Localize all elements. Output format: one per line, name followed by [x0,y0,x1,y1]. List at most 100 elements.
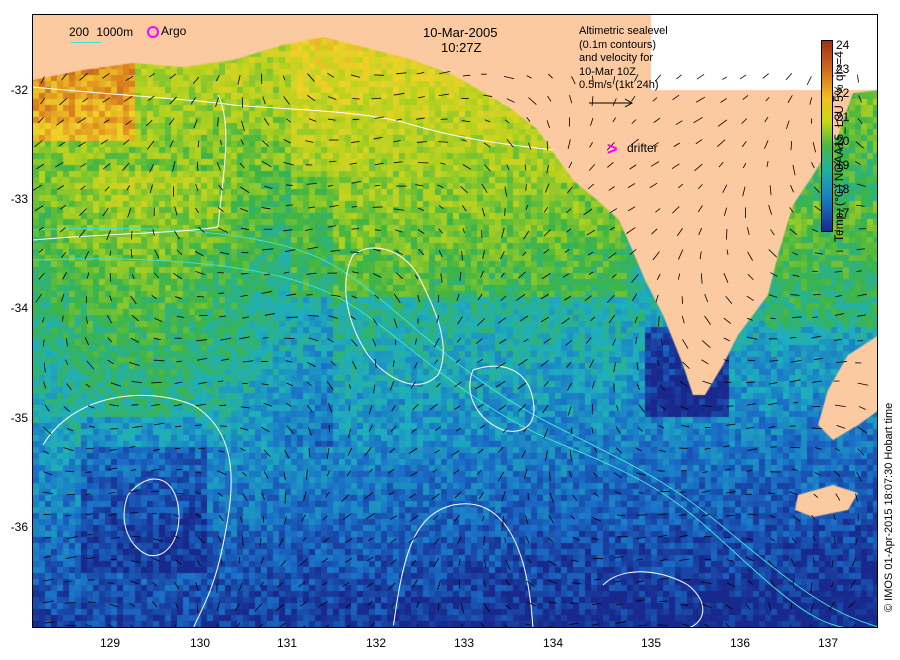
velocity-arrow [59,98,67,106]
velocity-arrow [792,274,800,277]
velocity-arrow [483,580,487,588]
velocity-arrow [458,558,461,566]
velocity-arrow [769,185,772,196]
velocity-arrow [593,472,598,478]
velocity-arrow [725,604,733,610]
velocity-arrow [589,359,595,369]
velocity-arrow [462,228,465,234]
velocity-arrow [612,338,616,346]
velocity-arrow [391,602,396,608]
velocity-arrow [766,160,769,167]
velocity-arrow [411,428,418,434]
velocity-arrow [525,536,530,544]
velocity-arrow [811,427,823,430]
velocity-arrow [392,624,395,627]
velocity-arrow [330,360,336,366]
velocity-arrow [768,426,776,429]
velocity-arrow [365,513,376,520]
velocity-arrow [373,384,376,394]
velocity-arrow [330,250,340,252]
velocity-arrow [240,227,249,231]
colorbar-title: Temp. (°C) NOAA15_L3U 5% ql>=4 [832,51,846,242]
velocity-arrow [168,117,175,126]
velocity-arrow [814,471,821,476]
velocity-arrow [110,382,121,387]
velocity-arrow [702,380,713,385]
velocity-arrow [64,580,72,583]
velocity-arrow [174,581,180,589]
lon-tick: 135 [640,636,662,650]
velocity-arrow [635,599,644,602]
velocity-arrow [173,514,180,517]
velocity-arrow [43,450,49,455]
velocity-arrow [584,295,592,302]
velocity-arrow [322,581,328,586]
velocity-arrow [38,248,44,253]
velocity-arrow [195,424,203,427]
velocity-arrow [109,449,117,451]
velocity-arrow [306,183,317,185]
velocity-arrow [345,538,353,544]
velocity-arrow [328,315,338,319]
velocity-arrow [306,404,313,413]
velocity-arrow [154,272,159,279]
velocity-arrow [813,493,819,498]
velocity-arrow [482,250,485,259]
velocity-arrow [594,447,598,453]
argo-marker-icon [147,26,159,38]
lat-tick: -34 [10,301,28,315]
velocity-arrow [768,602,772,611]
velocity-arrow [588,164,596,171]
velocity-arrow [698,227,703,236]
velocity-arrow [704,315,711,325]
sealevel-contour-line [602,571,704,627]
velocity-arrow [747,273,754,281]
velocity-arrow [130,295,137,305]
velocity-arrow [569,95,573,104]
velocity-arrow [65,514,72,517]
velocity-arrow [676,227,683,237]
velocity-arrow [130,580,139,585]
velocity-arrow [812,316,818,319]
velocity-arrow [239,516,243,523]
velocity-arrow [263,471,269,479]
lon-tick: 134 [542,636,564,650]
velocity-arrow [368,424,373,432]
velocity-arrow [747,403,756,406]
velocity-arrow [196,625,198,627]
velocity-arrow [770,272,778,277]
velocity-arrow [79,73,88,81]
velocity-arrow [723,381,732,383]
velocity-arrow [435,382,441,388]
velocity-arrow [43,536,51,539]
velocity-arrow [592,557,603,560]
velocity-arrow [504,119,510,124]
velocity-arrow [857,314,866,317]
velocity-arrow [129,362,140,366]
velocity-arrow [658,425,665,429]
velocity-arrow [415,184,424,187]
velocity-arrow [416,624,418,627]
velocity-arrow [659,384,666,391]
velocity-arrow [285,360,292,363]
velocity-arrow [260,557,265,565]
velocity-arrow [66,427,74,432]
velocity-arrow [372,318,378,325]
velocity-arrow [43,600,54,604]
velocity-arrow [855,161,861,165]
velocity-arrow [66,536,78,540]
velocity-arrow [608,252,617,259]
velocity-arrow [694,163,703,172]
velocity-arrow [153,422,165,426]
velocity-arrow [659,577,669,580]
velocity-arrow [238,582,243,592]
velocity-arrow [716,139,726,148]
velocity-arrow [391,405,396,412]
velocity-arrow [264,185,273,190]
sealevel-contour-line [33,86,554,151]
velocity-arrow [63,447,74,452]
altimetry-line-1: Altimetric sealevel [579,25,668,37]
velocity-arrow [655,294,659,303]
velocity-arrow [526,117,531,122]
velocity-arrow [504,537,507,544]
